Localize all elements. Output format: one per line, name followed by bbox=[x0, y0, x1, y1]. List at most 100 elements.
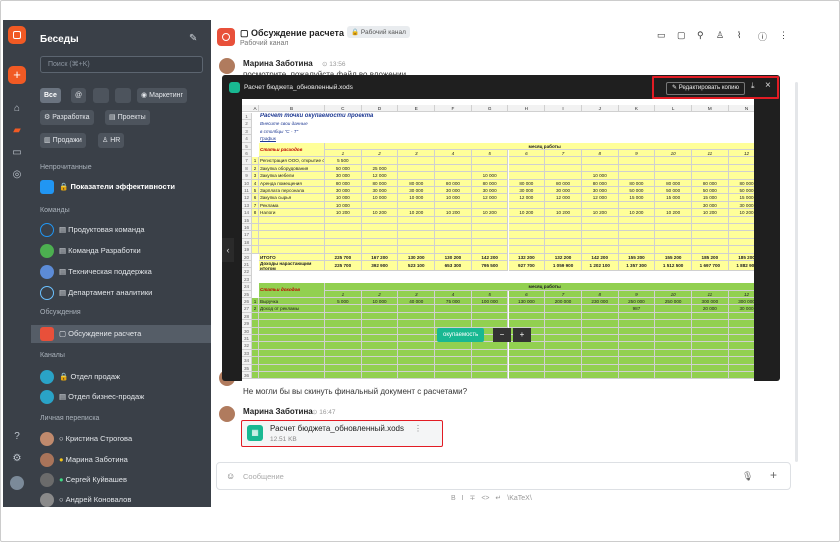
prev-arrow-icon[interactable]: ‹ bbox=[222, 238, 234, 262]
close-icon[interactable]: × bbox=[765, 80, 771, 91]
row-number: 11 bbox=[242, 187, 252, 195]
chat-icon[interactable]: ▰ bbox=[10, 124, 24, 138]
income-value bbox=[581, 305, 619, 313]
home-icon[interactable]: ⌂ bbox=[10, 102, 24, 116]
expense-value bbox=[728, 172, 754, 180]
row-number: 30 bbox=[242, 327, 252, 335]
zoom-in-button[interactable]: + bbox=[513, 328, 531, 342]
expense-value: 30 000 bbox=[581, 187, 619, 195]
expense-value: 80 000 bbox=[471, 179, 509, 187]
format-toolbar[interactable]: B I ∓ <> ↵ \KaTeX\ bbox=[451, 494, 532, 502]
sidebar-item-biz-sales[interactable]: ▤ Отдел бизнес-продаж bbox=[40, 388, 205, 406]
row-number: 36 bbox=[242, 372, 252, 380]
file-attachment[interactable]: ▦ Расчет бюджета_обновленный.xods 12.51 … bbox=[241, 420, 443, 447]
filter-mentions[interactable]: @ bbox=[71, 88, 87, 103]
message-input[interactable]: Сообщение bbox=[243, 472, 284, 481]
row-number: 6 bbox=[242, 150, 252, 158]
sidebar-item-sales[interactable]: 🔒 Отдел продаж bbox=[40, 368, 205, 386]
avatar bbox=[219, 58, 235, 74]
expense-value: 10 000 bbox=[581, 172, 619, 180]
expense-value: 80 000 bbox=[325, 179, 362, 187]
user-avatar[interactable] bbox=[10, 476, 24, 490]
file-name[interactable]: Расчет бюджета_обновленный.xods bbox=[270, 424, 404, 433]
globe-icon[interactable]: ◎ bbox=[10, 168, 24, 182]
expense-index: 3 bbox=[252, 172, 259, 180]
emoji-icon[interactable]: ☺ bbox=[226, 471, 235, 481]
expense-value: 80 000 bbox=[361, 179, 399, 187]
empty-cell bbox=[259, 320, 325, 328]
edit-copy-button[interactable]: ✎ Редактировать копию bbox=[666, 82, 745, 95]
expense-value bbox=[618, 157, 656, 165]
download-icon[interactable]: ⤓ bbox=[751, 81, 755, 91]
microphone-icon[interactable]: 🎙 bbox=[742, 471, 753, 482]
search-icon[interactable]: ⚲ bbox=[697, 30, 704, 41]
sidebar-item-support[interactable]: ▤ Техническая поддержка bbox=[40, 263, 205, 281]
filter-sales[interactable]: ▥ Продажи bbox=[40, 133, 86, 148]
empty-cell bbox=[252, 312, 259, 321]
expense-value bbox=[435, 164, 472, 173]
search-input[interactable]: Поиск (⌘+K) bbox=[40, 56, 203, 73]
expense-value: 10 200 bbox=[581, 209, 619, 217]
sidebar-item-product-team[interactable]: ▤ Продуктовая команда bbox=[40, 221, 205, 239]
threads-icon[interactable]: ▢ bbox=[677, 30, 686, 41]
expense-value: 50 000 bbox=[728, 187, 754, 195]
zoom-out-button[interactable]: − bbox=[493, 328, 511, 342]
expense-value: 80 000 bbox=[618, 179, 656, 187]
empty-cell bbox=[692, 216, 729, 224]
row-number: 13 bbox=[242, 201, 252, 210]
members-icon[interactable]: ♙ bbox=[716, 30, 724, 41]
expense-value: 10 200 bbox=[692, 209, 729, 217]
filter-threads-icon[interactable] bbox=[115, 88, 131, 103]
file-menu-icon[interactable]: ⋮ bbox=[414, 424, 422, 433]
video-call-icon[interactable]: ▭ bbox=[657, 30, 666, 41]
empty-cell bbox=[252, 349, 259, 358]
sidebar-item-discussion[interactable]: ▢ Обсуждение расчета bbox=[31, 325, 211, 343]
video-icon[interactable]: ▭ bbox=[10, 146, 24, 160]
sidebar-item-analytics[interactable]: ▤ Департамент аналитики bbox=[40, 284, 205, 302]
app-logo[interactable] bbox=[8, 26, 26, 44]
filter-projects[interactable]: ▤ Проекты bbox=[105, 110, 150, 125]
month-number: 8 bbox=[581, 150, 619, 158]
more-icon[interactable]: ⋮ bbox=[779, 30, 788, 41]
expense-value bbox=[545, 157, 582, 165]
file-preview-modal: Расчет бюджета_обновленный.xods ✎ Редакт… bbox=[222, 75, 780, 381]
expense-value: 10 200 bbox=[655, 209, 692, 217]
empty-cell bbox=[325, 246, 362, 254]
sidebar-item-marina[interactable]: ● Марина Заботина bbox=[40, 451, 205, 469]
total-value: 185 200 bbox=[728, 253, 754, 261]
empty-cell bbox=[618, 238, 656, 247]
compose-icon[interactable]: ✎ bbox=[189, 33, 197, 44]
help-icon[interactable]: ? bbox=[10, 430, 24, 444]
expense-value: 30 000 bbox=[398, 187, 436, 195]
filter-users-icon[interactable] bbox=[93, 88, 109, 103]
sidebar-item-performance[interactable]: 🔒 Показатели эффективности bbox=[40, 178, 205, 196]
empty-cell bbox=[398, 327, 436, 335]
sidebar-item-andrey[interactable]: ○ Андрей Коновалов bbox=[40, 491, 205, 507]
empty-cell bbox=[545, 216, 582, 224]
scrollbar[interactable] bbox=[795, 82, 798, 462]
empty-cell bbox=[728, 320, 754, 328]
sidebar-item-kristina[interactable]: ○ Кристина Строгова bbox=[40, 430, 205, 448]
empty-cell bbox=[435, 231, 472, 239]
expense-value bbox=[581, 164, 619, 173]
filter-marketing[interactable]: ◉ Маркетинг bbox=[137, 88, 188, 103]
empty-cell bbox=[435, 364, 472, 372]
empty-cell bbox=[325, 238, 362, 247]
add-icon[interactable]: + bbox=[770, 468, 777, 482]
filter-all[interactable]: Все bbox=[40, 88, 61, 103]
row-number: 23 bbox=[242, 275, 252, 284]
empty-cell bbox=[259, 364, 325, 372]
filter-hr[interactable]: ♙ HR bbox=[98, 133, 125, 148]
expense-value bbox=[692, 157, 729, 165]
attachment-icon[interactable]: ⌇ bbox=[737, 30, 741, 41]
create-button[interactable]: + bbox=[8, 66, 26, 84]
filter-development[interactable]: ⚙ Разработка bbox=[40, 110, 94, 125]
sheet-tab-payback[interactable]: окупаемость bbox=[437, 328, 485, 342]
month-number: 12 bbox=[728, 290, 754, 298]
cumulative-value: 523 100 bbox=[398, 261, 436, 272]
info-icon[interactable]: ⓘ bbox=[758, 30, 767, 43]
message-composer[interactable]: ☺ Сообщение 🎙 + bbox=[216, 462, 791, 490]
sidebar-item-sergey[interactable]: ● Сергей Куйвашев bbox=[40, 471, 205, 489]
settings-icon[interactable]: ⚙ bbox=[10, 452, 24, 466]
sidebar-item-dev-team[interactable]: ▤ Команда Разработки bbox=[40, 242, 205, 260]
